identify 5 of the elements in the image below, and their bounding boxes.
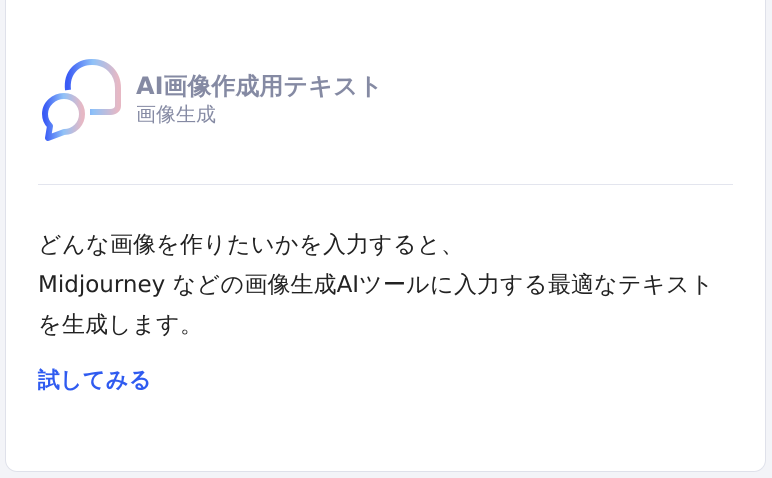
description-text: どんな画像を作りたいかを入力すると、 Midjourney などの画像生成AIツールに入力する最適なテキストを生成します。 (38, 231, 716, 340)
try-link[interactable]: 試してみる (38, 365, 152, 395)
card-title: AI画像作成用テキスト (136, 71, 384, 101)
category-label: 画像生成 (136, 101, 217, 127)
chat-bubbles-icon (42, 56, 122, 142)
